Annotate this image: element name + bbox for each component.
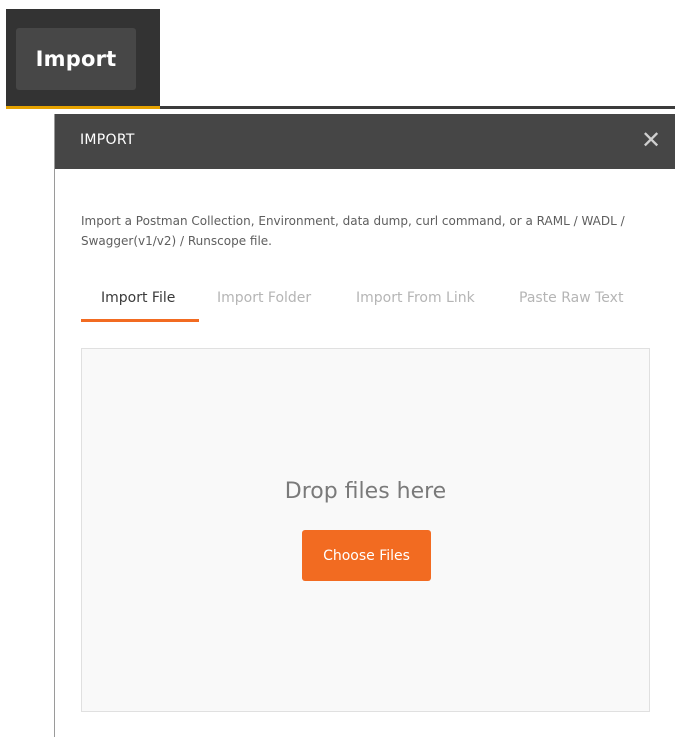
toolbar: Import [6, 9, 160, 109]
app-stage: Import IMPORT ✕ Import a Postman Collect… [0, 0, 675, 737]
modal-header: IMPORT ✕ [55, 114, 675, 169]
active-tab-indicator [81, 319, 199, 322]
import-button[interactable]: Import [16, 28, 136, 90]
import-tabs: Import File Import Folder Import From Li… [81, 286, 651, 326]
import-modal: IMPORT ✕ Import a Postman Collection, En… [54, 114, 675, 737]
tab-import-from-link[interactable]: Import From Link [356, 290, 475, 306]
modal-title: IMPORT [80, 132, 135, 148]
import-description: Import a Postman Collection, Environment… [81, 214, 625, 248]
toolbar-accent-line [6, 106, 160, 109]
toolbar-divider [160, 106, 675, 109]
close-icon[interactable]: ✕ [638, 127, 664, 153]
tab-paste-raw-text[interactable]: Paste Raw Text [519, 290, 623, 306]
file-dropzone[interactable]: Drop files here Choose Files [81, 348, 650, 712]
tab-import-folder[interactable]: Import Folder [217, 290, 311, 306]
dropzone-text: Drop files here [284, 479, 447, 504]
tab-import-file[interactable]: Import File [101, 290, 175, 306]
choose-files-button[interactable]: Choose Files [302, 530, 431, 581]
